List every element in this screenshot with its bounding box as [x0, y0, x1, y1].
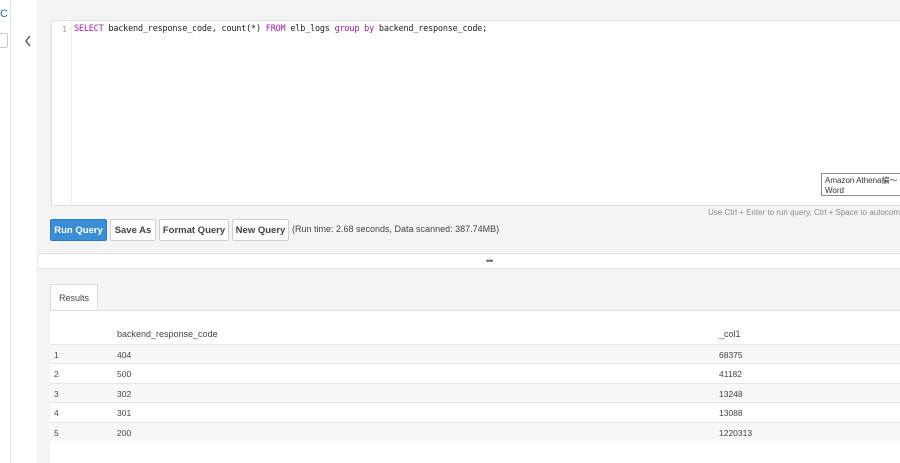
tooltip: Amazon Athena編〜 Word	[821, 173, 900, 196]
collapse-sidebar-button[interactable]	[19, 27, 37, 55]
collapse-column	[19, 0, 38, 463]
run-time-status: (Run time: 2.68 seconds, Data scanned: 3…	[292, 224, 500, 234]
new-query-button[interactable]: New Query	[232, 219, 289, 241]
chevron-left-icon	[25, 35, 31, 47]
save-as-button[interactable]: Save As	[110, 219, 156, 241]
cell-count: 41182	[719, 369, 743, 379]
cell-code: 301	[117, 408, 132, 418]
query-text[interactable]: SELECT backend_response_code, count(*) F…	[74, 24, 487, 34]
athena-query-page: C 1 SELECT backend_response_code, count(…	[0, 0, 900, 463]
query-columns: backend_response_code, count(*)	[103, 24, 266, 34]
cell-code: 404	[117, 350, 132, 360]
tab-results[interactable]: Results	[50, 284, 98, 311]
table-row: 5 200 1220313	[50, 422, 900, 441]
keyword-from: FROM	[265, 24, 286, 34]
table-row: 4 301 13088	[50, 402, 900, 421]
cell-code: 200	[117, 428, 132, 438]
column-header: backend_response_code	[117, 329, 218, 339]
left-strip-symbol: C	[0, 8, 8, 20]
cell-count: 13248	[719, 389, 743, 399]
keyword-group-by: group by	[334, 24, 375, 34]
cell-count: 68375	[719, 350, 743, 360]
column-header: _col1	[719, 329, 741, 339]
cell-count: 13088	[719, 408, 743, 418]
keyboard-hint: Use Ctrl + Enter to run query, Ctrl + Sp…	[708, 208, 900, 217]
tooltip-line-1: Amazon Athena編〜	[825, 176, 898, 185]
cell-count: 1220313	[719, 428, 753, 438]
row-index: 5	[54, 428, 59, 438]
row-index: 3	[54, 389, 59, 399]
query-table: elb_logs	[285, 24, 335, 34]
line-number: 1	[62, 25, 67, 34]
row-index: 1	[54, 350, 59, 360]
left-strip-tab[interactable]	[0, 33, 8, 48]
results-table: backend_response_code _col1 1 404 68375 …	[50, 310, 900, 463]
cell-code: 302	[117, 389, 132, 399]
panel-resize-handle[interactable]: •••	[486, 256, 494, 266]
cell-code: 500	[117, 369, 132, 379]
row-index: 4	[54, 408, 59, 418]
left-strip: C	[0, 0, 11, 463]
query-editor[interactable]: 1 SELECT backend_response_code, count(*)…	[51, 20, 900, 206]
table-row: 2 500 41182	[50, 363, 900, 382]
tooltip-line-2: Word	[825, 186, 844, 195]
query-tail: backend_response_code;	[374, 24, 488, 34]
keyword-select: SELECT	[74, 24, 104, 34]
table-row: 3 302 13248	[50, 383, 900, 402]
row-index: 2	[54, 369, 59, 379]
table-row: 1 404 68375	[50, 344, 900, 363]
editor-gutter: 1	[52, 21, 72, 205]
format-query-button[interactable]: Format Query	[159, 219, 229, 241]
run-query-button[interactable]: Run Query	[50, 219, 107, 241]
